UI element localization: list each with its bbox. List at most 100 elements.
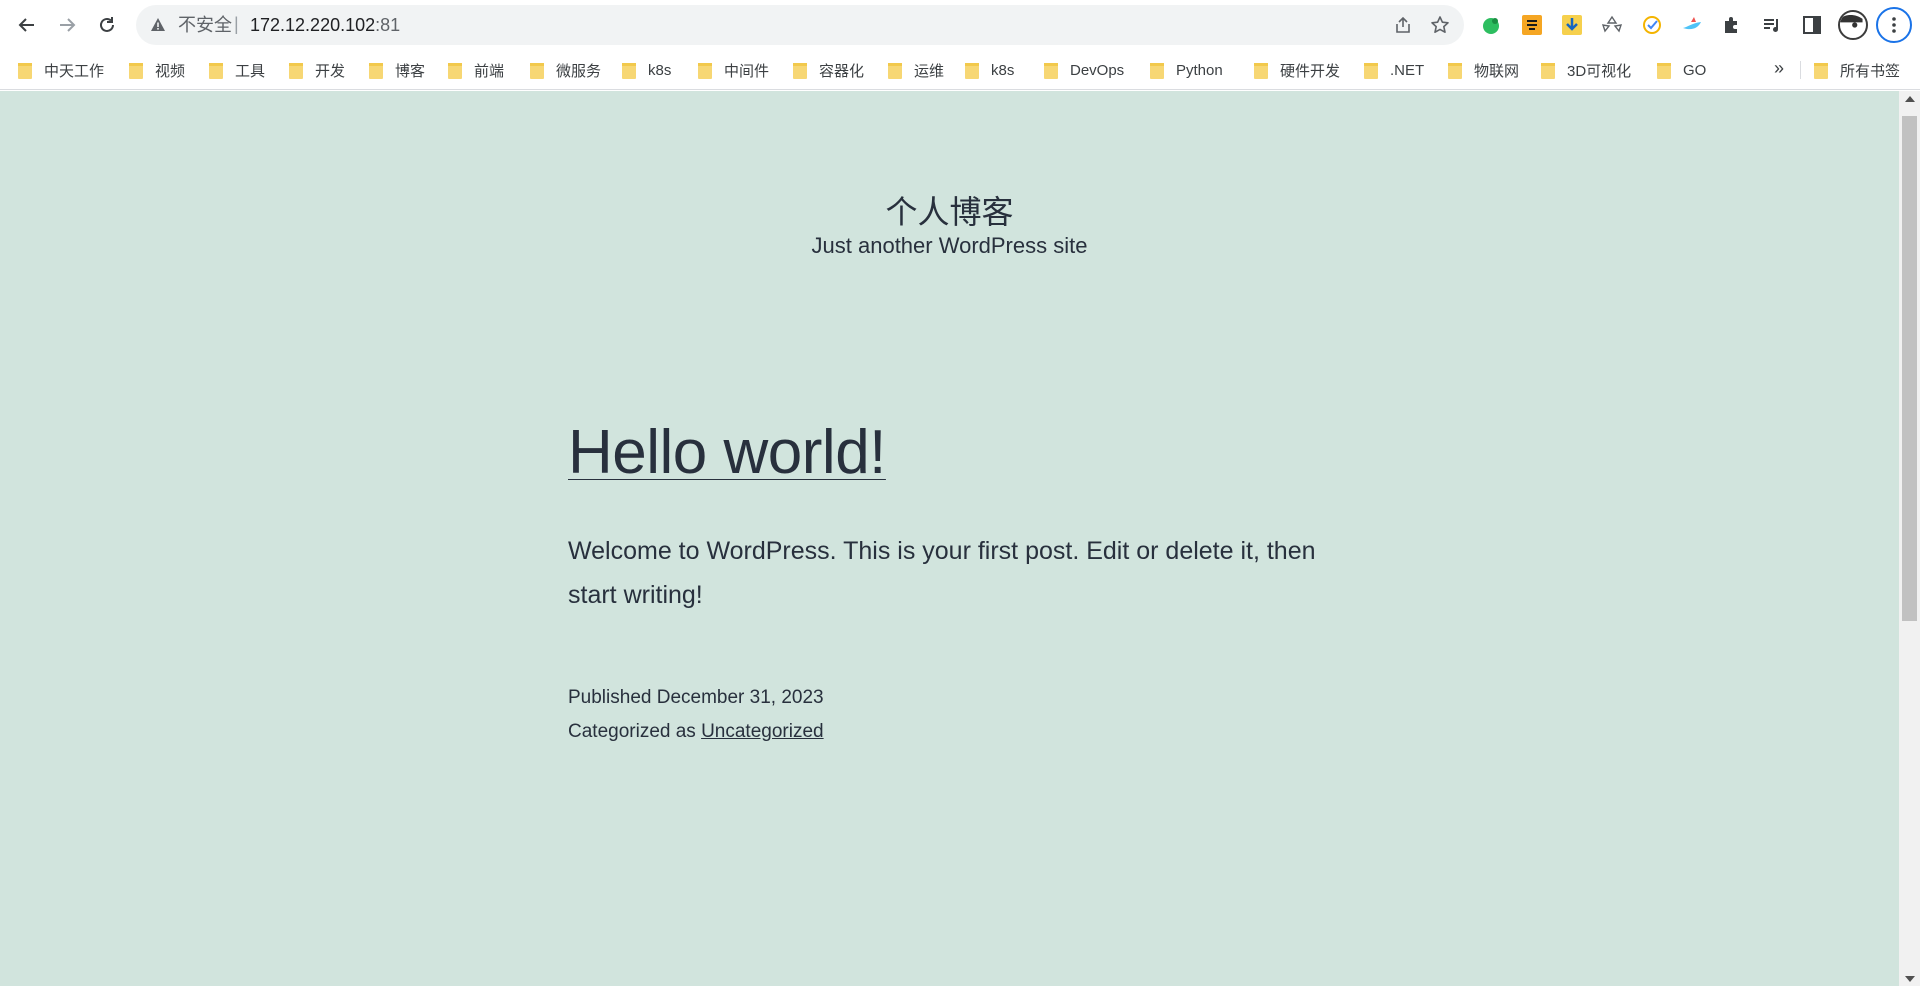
bookmarks-overflow-button[interactable]: »: [1774, 58, 1784, 79]
bird-extension[interactable]: [1678, 11, 1706, 39]
bookmark-label: DevOps: [1070, 61, 1125, 79]
published-date: December 31, 2023: [656, 687, 824, 708]
bookmark-label: 微服务: [556, 62, 602, 80]
bookmark-label: 运维: [914, 62, 945, 80]
forward-button[interactable]: [51, 9, 83, 41]
security-label[interactable]: 不安全: [178, 5, 232, 45]
bookmark-label: 中间件: [724, 62, 770, 80]
forward-arrow-icon: [60, 18, 76, 32]
evernote-icon: [1483, 18, 1499, 34]
bookmark-folder[interactable]: 视频: [129, 59, 185, 81]
profile-avatar[interactable]: [1838, 10, 1868, 40]
bookmark-label: 容器化: [819, 62, 865, 80]
folder-icon: [793, 62, 807, 79]
address-bar[interactable]: 不安全 | 172.12.220.102:81: [136, 5, 1464, 45]
bookmark-folder[interactable]: 微服务: [530, 59, 601, 81]
bookmarks-bar: 中天工作 视频 工具 开发 博客 前端 微服务 k8s 中间件 容器化 运维 k8s DevOps Pyt…: [0, 50, 1920, 90]
reload-button[interactable]: [91, 9, 123, 41]
bookmark-folder[interactable]: 3D可视化: [1541, 59, 1631, 81]
check-extension[interactable]: [1638, 11, 1666, 39]
download-icon: [1562, 15, 1582, 35]
bookmark-label: 硬件开发: [1280, 62, 1341, 80]
evernote-extension[interactable]: [1477, 11, 1505, 39]
sidepanel-icon: [1803, 16, 1821, 34]
url-text[interactable]: 172.12.220.102:81: [250, 5, 400, 45]
bookmark-label: 3D可视化: [1567, 62, 1632, 80]
bookmark-folder[interactable]: k8s: [965, 59, 1014, 81]
bookmark-label: k8s: [991, 61, 1015, 79]
check-icon: [1643, 16, 1661, 34]
folder-icon: [1364, 62, 1378, 79]
bookmark-folder[interactable]: GO: [1657, 59, 1706, 81]
scroll-down-arrow-icon[interactable]: [1905, 976, 1915, 982]
category-label: Categorized as: [568, 721, 696, 742]
folder-icon: [888, 62, 902, 79]
page-scrollbar[interactable]: [1899, 91, 1920, 986]
post-body: Welcome to WordPress. This is your first…: [568, 537, 1316, 609]
bookmark-folder[interactable]: 中间件: [698, 59, 769, 81]
post-title-link[interactable]: Hello world!: [568, 417, 886, 488]
bookmark-label: GO: [1683, 61, 1707, 79]
bookmark-folder[interactable]: DevOps: [1044, 59, 1124, 81]
scroll-thumb[interactable]: [1902, 116, 1917, 621]
bookmark-star-icon[interactable]: [1430, 15, 1450, 35]
folder-icon: [289, 62, 303, 79]
folder-icon: [369, 62, 383, 79]
all-bookmarks-folder[interactable]: 所有书签: [1814, 59, 1900, 81]
extensions-button[interactable]: [1718, 11, 1746, 39]
bookmark-folder[interactable]: .NET: [1364, 59, 1424, 81]
bird-icon: [1683, 17, 1701, 30]
site-title[interactable]: 个人博客: [0, 187, 1899, 233]
bookmark-folder[interactable]: 博客: [369, 59, 425, 81]
bookmark-folder[interactable]: 工具: [209, 59, 265, 81]
all-bookmarks-label: 所有书签: [1840, 62, 1901, 80]
side-panel-button[interactable]: [1798, 11, 1826, 39]
bookmark-label: 前端: [474, 62, 505, 80]
bookmark-folder[interactable]: k8s: [622, 59, 671, 81]
back-button[interactable]: [11, 9, 43, 41]
bookmark-folder[interactable]: 开发: [289, 59, 345, 81]
folder-icon: [1657, 62, 1671, 79]
media-control-button[interactable]: [1758, 11, 1786, 39]
bookmark-folder[interactable]: 前端: [448, 59, 504, 81]
bookmark-label: 视频: [155, 62, 186, 80]
category-link[interactable]: Uncategorized: [701, 721, 824, 742]
bookmark-folder[interactable]: 物联网: [1448, 59, 1519, 81]
warning-icon[interactable]: [150, 17, 166, 33]
bookmark-label: 物联网: [1474, 62, 1520, 80]
recycle-extension[interactable]: [1598, 11, 1626, 39]
bookmark-folder[interactable]: Python: [1150, 59, 1223, 81]
folder-icon: [1814, 62, 1828, 79]
site-description: Just another WordPress site: [811, 233, 1088, 258]
bookmarks-divider: [1800, 61, 1801, 79]
ju-extension[interactable]: [1518, 11, 1546, 39]
folder-icon: [1541, 62, 1555, 79]
folder-icon: [129, 62, 143, 79]
bookmark-folder[interactable]: 硬件开发: [1254, 59, 1340, 81]
folder-icon: [448, 62, 462, 79]
url-host: 172.12.220.102: [250, 15, 376, 35]
bookmark-label: .NET: [1390, 61, 1425, 79]
scroll-up-arrow-icon[interactable]: [1905, 96, 1915, 102]
bookmark-label: 工具: [235, 62, 266, 80]
post-category: Categorized as Uncategorized: [568, 715, 824, 749]
url-port: :81: [375, 15, 401, 35]
bookmark-folder[interactable]: 运维: [888, 59, 944, 81]
folder-icon: [965, 62, 979, 79]
browser-menu-button[interactable]: [1876, 7, 1912, 43]
folder-icon: [1044, 62, 1058, 79]
ju-icon: [1522, 15, 1542, 35]
recycle-icon: [1601, 15, 1623, 33]
folder-icon: [1254, 62, 1268, 79]
bookmark-folder[interactable]: 容器化: [793, 59, 864, 81]
folder-icon: [530, 62, 544, 79]
folder-icon: [698, 62, 712, 79]
reload-icon: [100, 17, 114, 32]
bookmark-label: 中天工作: [44, 62, 105, 80]
folder-icon: [18, 62, 32, 79]
bookmark-folder[interactable]: 中天工作: [18, 59, 104, 81]
back-arrow-icon: [18, 18, 34, 32]
share-icon[interactable]: [1394, 16, 1412, 34]
download-extension[interactable]: [1558, 11, 1586, 39]
post-meta: Published December 31, 2023 Categorized …: [568, 681, 824, 749]
